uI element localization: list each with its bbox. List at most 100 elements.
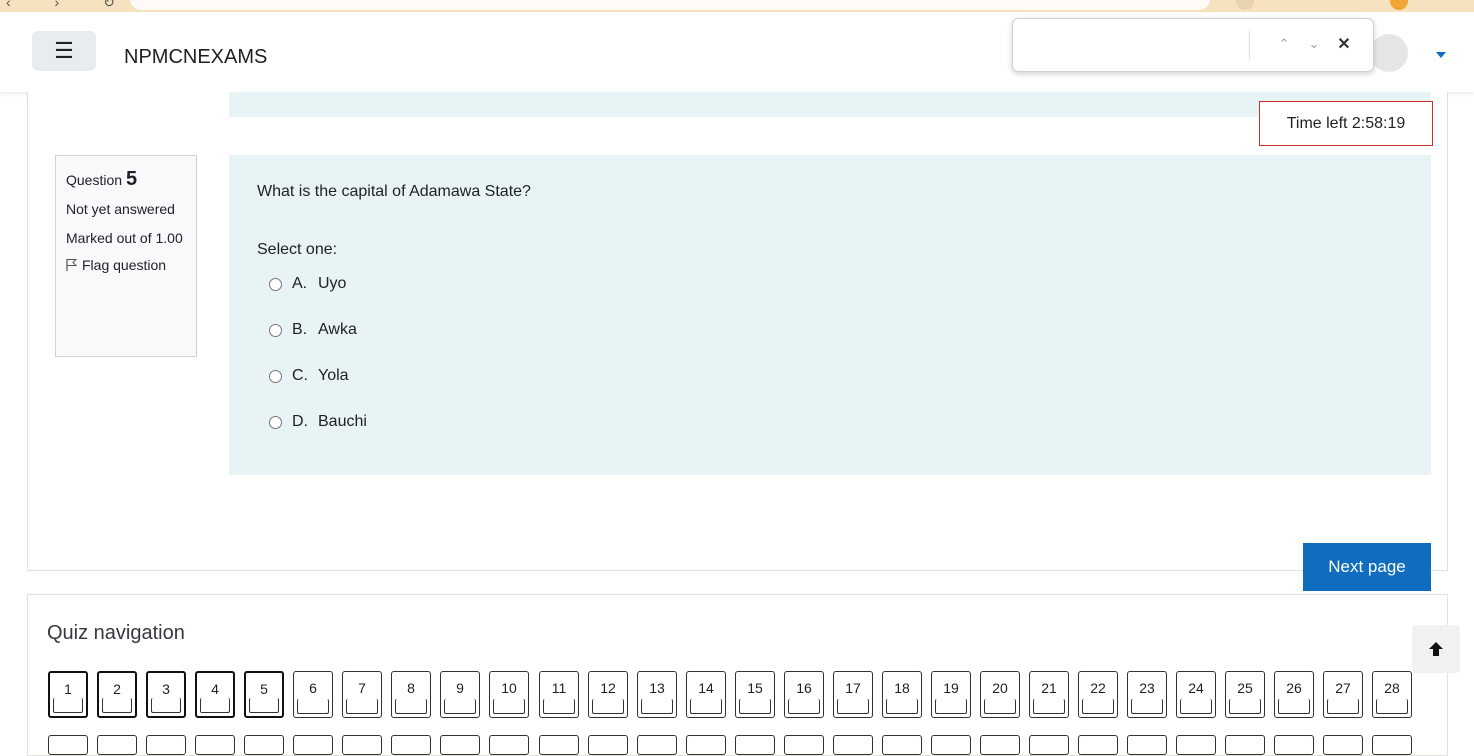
flag-question-label: Flag question [82,257,167,273]
quiz-nav-button[interactable]: 3 [146,671,186,718]
quiz-nav-button[interactable]: 8 [391,671,431,718]
quiz-nav-button[interactable]: 24 [1176,671,1216,718]
quiz-nav-button-row2[interactable] [1078,735,1118,755]
quiz-nav-button-row2[interactable] [1127,735,1167,755]
quiz-nav-button-row2[interactable] [882,735,922,755]
question-marks: Marked out of 1.00 [66,230,183,246]
quiz-nav-button[interactable]: 23 [1127,671,1167,718]
radio-button[interactable] [269,323,282,337]
quiz-nav-button[interactable]: 6 [293,671,333,718]
quiz-nav-button-row2[interactable] [1323,735,1363,755]
quiz-nav-button[interactable]: 27 [1323,671,1363,718]
quiz-nav-status-bar [1082,699,1114,714]
question-text: What is the capital of Adamawa State? [257,183,531,200]
quiz-nav-button[interactable]: 15 [735,671,775,718]
question-number-value: 5 [125,168,138,190]
quiz-nav-button-row2[interactable] [48,735,88,755]
quiz-nav-button-row2[interactable] [784,735,824,755]
quiz-nav-button-row2[interactable] [1225,735,1265,755]
quiz-nav-button[interactable]: 20 [980,671,1020,718]
quiz-nav-status-bar [1327,699,1359,714]
address-bar[interactable] [130,0,1210,10]
quiz-nav-button-row2[interactable] [342,735,382,755]
quiz-nav-button-number: 3 [162,681,170,697]
answer-text: Uyo [318,275,347,292]
find-close-icon[interactable]: ✕ [1333,33,1355,55]
quiz-nav-button[interactable]: 26 [1274,671,1314,718]
hamburger-menu-button[interactable]: ☰ [32,31,96,71]
quiz-nav-button[interactable]: 13 [637,671,677,718]
answer-text: Yola [318,367,349,384]
quiz-nav-button-row2[interactable] [735,735,775,755]
answer-option-a[interactable]: A. Uyo [269,275,346,293]
radio-button[interactable] [269,369,282,383]
answer-option-c[interactable]: C. Yola [269,367,349,385]
site-brand[interactable]: NPMCNEXAMS [124,46,267,69]
find-next-icon[interactable]: ⌄ [1303,33,1325,55]
quiz-nav-button[interactable]: 2 [97,671,137,718]
radio-button[interactable] [269,415,282,429]
quiz-nav-button[interactable]: 5 [244,671,284,718]
quiz-nav-button[interactable]: 17 [833,671,873,718]
find-input[interactable] [1025,31,1249,59]
quiz-nav-button-row2[interactable] [391,735,431,755]
quiz-nav-status-bar [395,699,427,714]
user-menu-caret-icon[interactable] [1436,52,1446,58]
quiz-nav-button-row2[interactable] [146,735,186,755]
quiz-nav-button-row2[interactable] [833,735,873,755]
radio-button[interactable] [269,277,282,291]
quiz-nav-button-row2[interactable] [1176,735,1216,755]
quiz-nav-button-row2[interactable] [97,735,137,755]
question-formulation: What is the capital of Adamawa State? Se… [229,155,1431,475]
answer-option-d[interactable]: D. Bauchi [269,413,367,431]
quiz-nav-button-row2[interactable] [195,735,235,755]
profile-icon[interactable] [1390,0,1408,10]
quiz-nav-button[interactable]: 18 [882,671,922,718]
answer-option-b[interactable]: B. Awka [269,321,357,339]
quiz-nav-button[interactable]: 22 [1078,671,1118,718]
quiz-nav-button[interactable]: 12 [588,671,628,718]
quiz-nav-button-row2[interactable] [686,735,726,755]
answer-letter: C. [292,367,308,384]
quiz-nav-button-row2[interactable] [1029,735,1069,755]
quiz-nav-button[interactable]: 9 [440,671,480,718]
quiz-nav-button-row2[interactable] [489,735,529,755]
user-avatar[interactable] [1370,34,1408,72]
next-page-button[interactable]: Next page [1303,543,1431,591]
quiz-nav-status-bar [346,699,378,714]
back-to-top-button[interactable] [1412,625,1460,673]
select-one-prompt: Select one: [257,241,338,258]
quiz-nav-button-row2[interactable] [1274,735,1314,755]
quiz-nav-button-row2[interactable] [244,735,284,755]
quiz-nav-button-row2[interactable] [931,735,971,755]
quiz-nav-button[interactable]: 16 [784,671,824,718]
quiz-nav-status-bar [1180,699,1212,714]
extension-icon[interactable] [1236,0,1254,10]
quiz-nav-button-number: 21 [1041,680,1057,696]
quiz-nav-button[interactable]: 25 [1225,671,1265,718]
quiz-nav-status-bar [1376,699,1408,714]
quiz-nav-button[interactable]: 14 [686,671,726,718]
flag-question-button[interactable]: Flag question [66,257,186,273]
quiz-nav-button-number: 2 [113,681,121,697]
quiz-nav-button-row2[interactable] [293,735,333,755]
quiz-nav-button[interactable]: 19 [931,671,971,718]
quiz-nav-button-row2[interactable] [539,735,579,755]
answer-letter: B. [292,321,308,338]
quiz-nav-button-row2[interactable] [980,735,1020,755]
quiz-nav-button-row2[interactable] [440,735,480,755]
browser-nav-icons[interactable]: ‹ › ↻ [6,0,135,11]
quiz-nav-button[interactable]: 10 [489,671,529,718]
quiz-nav-button[interactable]: 7 [342,671,382,718]
quiz-nav-button[interactable]: 4 [195,671,235,718]
quiz-nav-button[interactable]: 1 [48,671,88,718]
quiz-nav-button[interactable]: 21 [1029,671,1069,718]
quiz-nav-button-row2[interactable] [1372,735,1412,755]
quiz-nav-button[interactable]: 28 [1372,671,1412,718]
find-previous-icon[interactable]: ⌃ [1273,33,1295,55]
quiz-nav-button[interactable]: 11 [539,671,579,718]
quiz-nav-button-row2[interactable] [588,735,628,755]
question-label: Question [66,172,123,188]
quiz-nav-status-bar [1131,699,1163,714]
quiz-nav-button-row2[interactable] [637,735,677,755]
